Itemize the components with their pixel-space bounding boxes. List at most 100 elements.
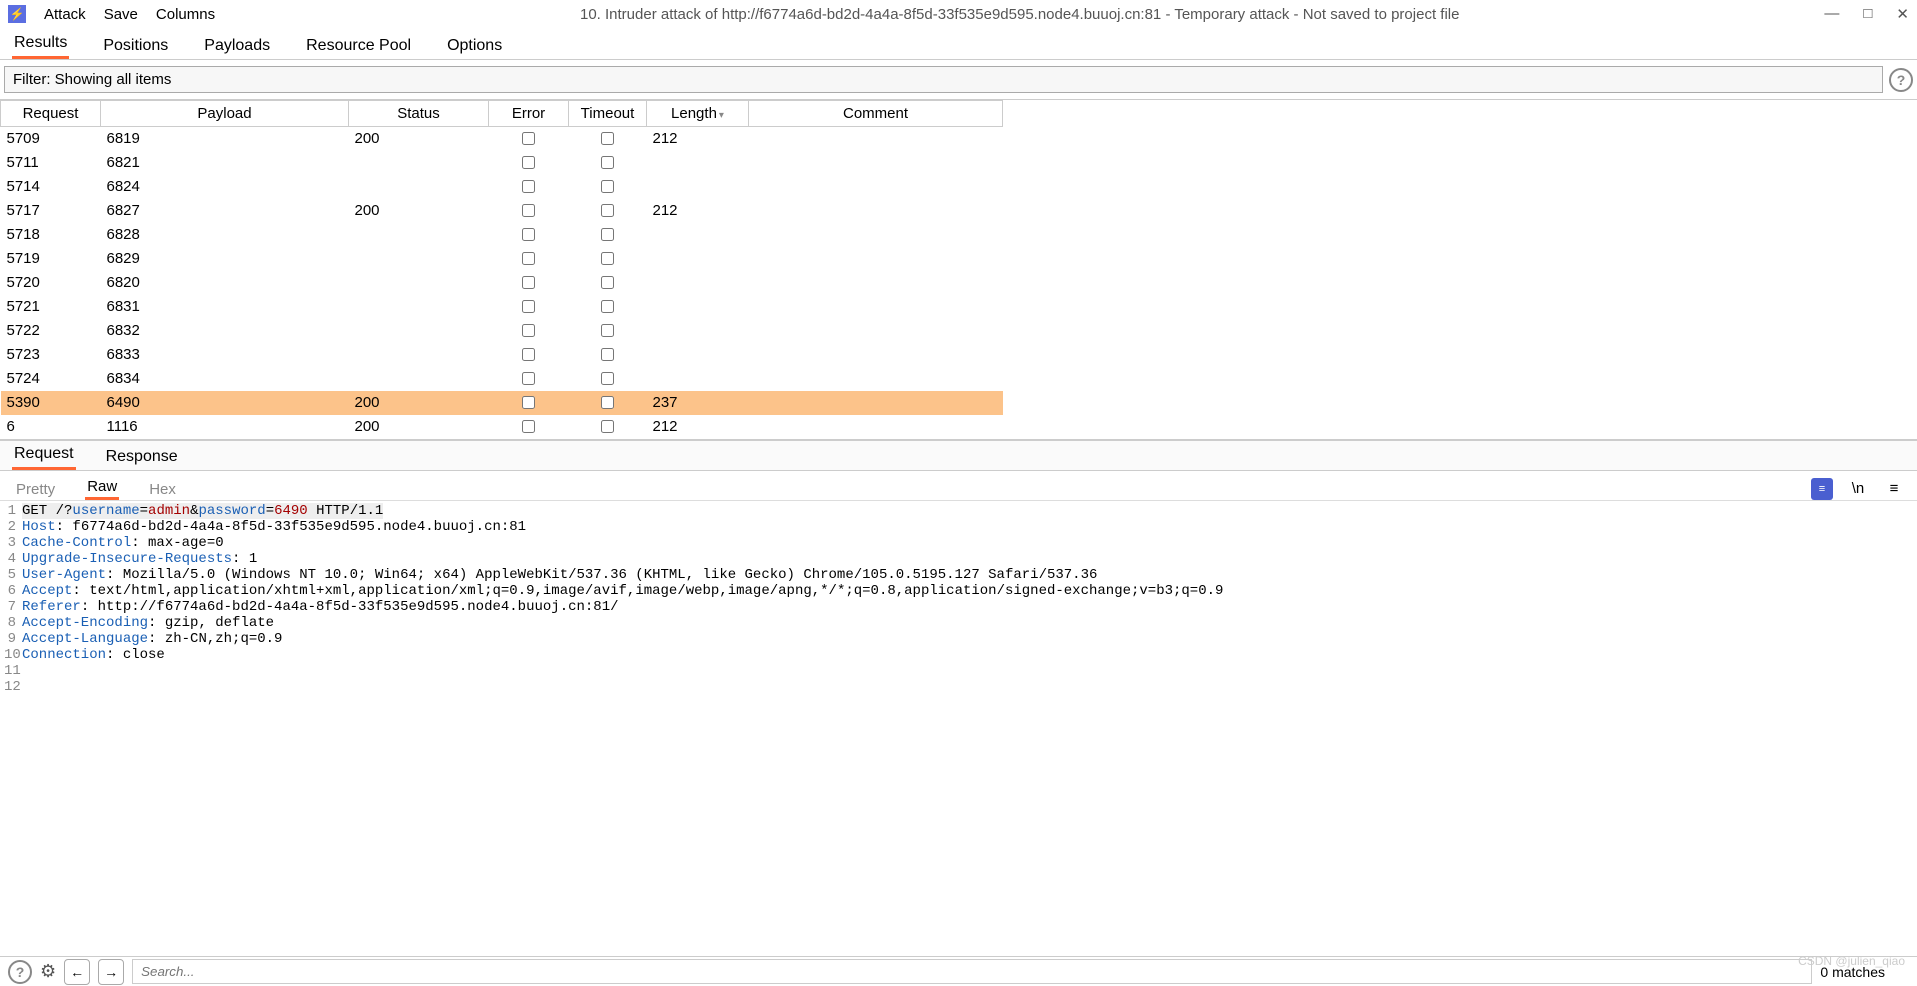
timeout-checkbox[interactable] (601, 348, 614, 361)
table-row[interactable]: 57096819200212 (1, 127, 1003, 151)
watermark: CSDN @julien_qiao (1798, 954, 1905, 968)
error-checkbox[interactable] (522, 324, 535, 337)
raw-line: 10Connection: close (4, 647, 1917, 663)
menu-columns[interactable]: Columns (156, 6, 215, 23)
col-header-error[interactable]: Error (489, 101, 569, 127)
error-checkbox[interactable] (522, 420, 535, 433)
error-checkbox[interactable] (522, 300, 535, 313)
error-checkbox[interactable] (522, 180, 535, 193)
cell (489, 391, 569, 415)
cell: 6821 (101, 151, 349, 175)
line-content: Connection: close (22, 647, 165, 663)
subtab-raw[interactable]: Raw (85, 476, 119, 500)
tab-payloads[interactable]: Payloads (202, 33, 272, 59)
col-header-timeout[interactable]: Timeout (569, 101, 647, 127)
cell: 6834 (101, 367, 349, 391)
timeout-checkbox[interactable] (601, 324, 614, 337)
line-number: 8 (4, 615, 22, 631)
timeout-checkbox[interactable] (601, 204, 614, 217)
menu-attack[interactable]: Attack (44, 6, 86, 23)
error-checkbox[interactable] (522, 276, 535, 289)
table-row[interactable]: 57146824 (1, 175, 1003, 199)
filter-input[interactable]: Filter: Showing all items (4, 66, 1883, 93)
help-footer-icon[interactable]: ? (8, 960, 32, 984)
col-header-length[interactable]: Length▾ (647, 101, 749, 127)
col-header-request[interactable]: Request (1, 101, 101, 127)
table-row[interactable]: 57226832 (1, 319, 1003, 343)
tab-results[interactable]: Results (12, 30, 69, 59)
table-row[interactable]: 57176827200212 (1, 199, 1003, 223)
tab-resource-pool[interactable]: Resource Pool (304, 33, 413, 59)
tab-request[interactable]: Request (12, 441, 76, 470)
timeout-checkbox[interactable] (601, 228, 614, 241)
settings-icon[interactable]: ⚙ (40, 961, 56, 982)
line-content: Accept-Language: zh-CN,zh;q=0.9 (22, 631, 282, 647)
subtab-hex[interactable]: Hex (147, 479, 178, 500)
error-checkbox[interactable] (522, 348, 535, 361)
help-icon[interactable]: ? (1889, 68, 1913, 92)
col-header-status[interactable]: Status (349, 101, 489, 127)
close-icon[interactable]: ✕ (1896, 5, 1909, 23)
minimize-icon[interactable]: — (1824, 5, 1839, 23)
tab-response[interactable]: Response (104, 444, 180, 470)
error-checkbox[interactable] (522, 396, 535, 409)
cell (749, 271, 1003, 295)
cell (489, 343, 569, 367)
line-number: 11 (4, 663, 22, 679)
timeout-checkbox[interactable] (601, 252, 614, 265)
raw-line: 1GET /?username=admin&password=6490 HTTP… (4, 503, 1917, 519)
cell (489, 271, 569, 295)
next-arrow-icon[interactable]: → (98, 959, 124, 985)
tab-options[interactable]: Options (445, 33, 504, 59)
cell (569, 175, 647, 199)
table-row[interactable]: 57216831 (1, 295, 1003, 319)
inspector-icon[interactable]: ≡ (1811, 478, 1833, 500)
raw-line: 7Referer: http://f6774a6d-bd2d-4a4a-8f5d… (4, 599, 1917, 615)
table-row[interactable]: 61116200212 (1, 415, 1003, 439)
table-row[interactable]: 57246834 (1, 367, 1003, 391)
line-content: Upgrade-Insecure-Requests: 1 (22, 551, 257, 567)
cell: 6831 (101, 295, 349, 319)
error-checkbox[interactable] (522, 252, 535, 265)
timeout-checkbox[interactable] (601, 396, 614, 409)
cell (749, 199, 1003, 223)
table-row[interactable]: 57206820 (1, 271, 1003, 295)
timeout-checkbox[interactable] (601, 420, 614, 433)
error-checkbox[interactable] (522, 228, 535, 241)
cell (489, 127, 569, 151)
error-checkbox[interactable] (522, 132, 535, 145)
timeout-checkbox[interactable] (601, 276, 614, 289)
table-row[interactable]: 57186828 (1, 223, 1003, 247)
newline-icon[interactable]: \n (1847, 478, 1869, 500)
error-checkbox[interactable] (522, 204, 535, 217)
tab-positions[interactable]: Positions (101, 33, 170, 59)
maximize-icon[interactable]: □ (1863, 5, 1872, 23)
table-row[interactable]: 57196829 (1, 247, 1003, 271)
cell (647, 295, 749, 319)
search-input[interactable] (132, 959, 1812, 984)
timeout-checkbox[interactable] (601, 180, 614, 193)
results-table-wrap: RequestPayloadStatusErrorTimeoutLength▾C… (0, 99, 1917, 439)
menu-save[interactable]: Save (104, 6, 138, 23)
cell: 5718 (1, 223, 101, 247)
cell: 6828 (101, 223, 349, 247)
error-checkbox[interactable] (522, 156, 535, 169)
prev-arrow-icon[interactable]: ← (64, 959, 90, 985)
table-row[interactable]: 57116821 (1, 151, 1003, 175)
table-row[interactable]: 57236833 (1, 343, 1003, 367)
timeout-checkbox[interactable] (601, 156, 614, 169)
error-checkbox[interactable] (522, 372, 535, 385)
app-menus: Attack Save Columns (44, 6, 215, 23)
timeout-checkbox[interactable] (601, 132, 614, 145)
col-header-payload[interactable]: Payload (101, 101, 349, 127)
raw-request-pane[interactable]: 1GET /?username=admin&password=6490 HTTP… (0, 501, 1917, 957)
table-row[interactable]: 53906490200237 (1, 391, 1003, 415)
subtab-pretty[interactable]: Pretty (14, 479, 57, 500)
timeout-checkbox[interactable] (601, 372, 614, 385)
cell: 5390 (1, 391, 101, 415)
cell: 6819 (101, 127, 349, 151)
col-header-comment[interactable]: Comment (749, 101, 1003, 127)
hamburger-icon[interactable]: ≡ (1883, 478, 1905, 500)
cell (749, 223, 1003, 247)
timeout-checkbox[interactable] (601, 300, 614, 313)
